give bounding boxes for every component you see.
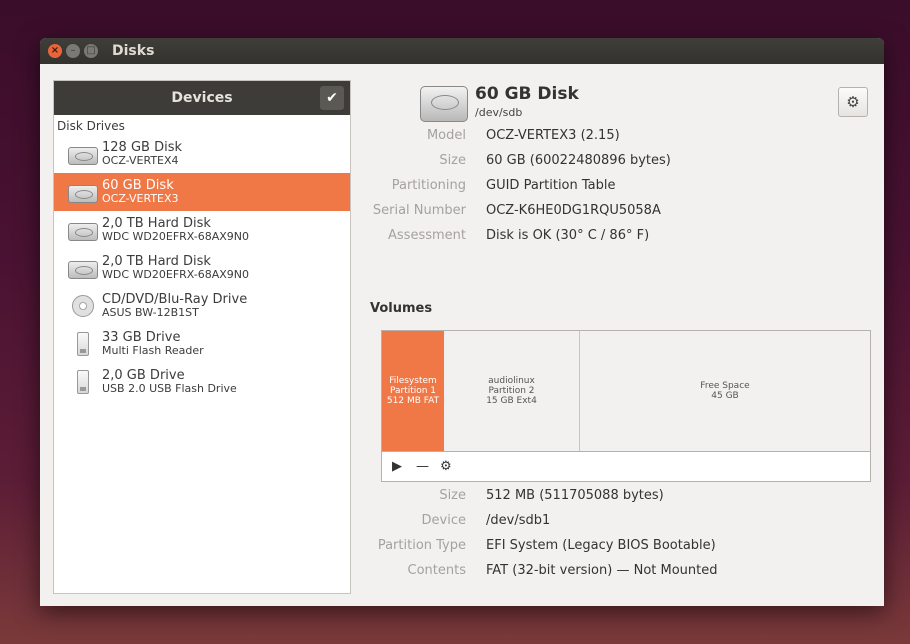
prop-value: 60 GB (60022480896 bytes) xyxy=(486,153,671,168)
device-name: 2,0 TB Hard Disk xyxy=(102,254,211,269)
gear-icon: ⚙ xyxy=(846,93,860,111)
usb-drive-icon xyxy=(77,332,89,356)
volumes-title: Volumes xyxy=(370,301,433,316)
device-name: 60 GB Disk xyxy=(102,178,174,193)
partition-block-1[interactable]: Filesystem Partition 1 512 MB FAT xyxy=(382,331,444,451)
hard-disk-icon xyxy=(68,261,98,279)
device-name: 128 GB Disk xyxy=(102,140,182,155)
device-name: 2,0 GB Drive xyxy=(102,368,185,383)
device-model: OCZ-VERTEX3 xyxy=(102,192,179,205)
select-mode-button[interactable]: ✔ xyxy=(320,86,344,110)
close-window-button[interactable]: × xyxy=(48,44,62,58)
title-bar: × – □ Disks xyxy=(40,38,884,64)
hard-disk-icon xyxy=(68,147,98,165)
device-item-optical-drive[interactable]: CD/DVD/Blu-Ray Drive ASUS BW-12B1ST xyxy=(54,287,350,325)
partition-label: Filesystem xyxy=(389,376,437,386)
partition-size: 15 GB Ext4 xyxy=(486,396,537,406)
partition-prop-device: Device /dev/sdb1 xyxy=(370,513,870,535)
partition-number: Partition 1 xyxy=(389,386,437,396)
prop-label: Size xyxy=(439,153,466,168)
prop-partitioning: Partitioning GUID Partition Table xyxy=(370,178,870,200)
partition-label: Free Space xyxy=(700,381,750,391)
disk-title: 60 GB Disk xyxy=(475,84,579,104)
prop-value: OCZ-K6HE0DG1RQU5058A xyxy=(486,203,661,218)
devices-title: Devices xyxy=(171,90,233,106)
prop-label: Model xyxy=(426,128,466,143)
partition-prop-contents: Contents FAT (32-bit version) — Not Moun… xyxy=(370,563,870,585)
device-item-33gb-drive[interactable]: 33 GB Drive Multi Flash Reader xyxy=(54,325,350,363)
prop-value: 512 MB (511705088 bytes) xyxy=(486,488,664,503)
partition-number: Partition 2 xyxy=(488,386,535,396)
hard-disk-icon xyxy=(68,185,98,203)
device-model: Multi Flash Reader xyxy=(102,344,204,357)
device-name: 33 GB Drive xyxy=(102,330,181,345)
prop-assessment: Assessment Disk is OK (30° C / 86° F) xyxy=(370,228,870,250)
optical-disc-icon xyxy=(72,295,94,317)
partition-prop-type: Partition Type EFI System (Legacy BIOS B… xyxy=(370,538,870,560)
device-model: OCZ-VERTEX4 xyxy=(102,154,179,167)
prop-value: GUID Partition Table xyxy=(486,178,616,193)
device-item-2tb-hard-disk-2[interactable]: 2,0 TB Hard Disk WDC WD20EFRX-68AX9N0 xyxy=(54,249,350,287)
device-model: USB 2.0 USB Flash Drive xyxy=(102,382,237,395)
prop-label: Device xyxy=(421,513,466,528)
device-name: CD/DVD/Blu-Ray Drive xyxy=(102,292,248,307)
device-name: 2,0 TB Hard Disk xyxy=(102,216,211,231)
disk-drives-section-label: Disk Drives xyxy=(57,119,125,133)
prop-value: OCZ-VERTEX3 (2.15) xyxy=(486,128,620,143)
prop-value: EFI System (Legacy BIOS Bootable) xyxy=(486,538,716,553)
disks-window: × – □ Disks Devices ✔ Disk Drives 128 GB… xyxy=(40,38,884,606)
devices-panel: Devices ✔ Disk Drives 128 GB Disk OCZ-VE… xyxy=(53,80,351,594)
prop-label: Partition Type xyxy=(377,538,466,553)
disk-path: /dev/sdb xyxy=(475,106,523,119)
window-title: Disks xyxy=(112,43,155,59)
devices-header: Devices ✔ xyxy=(54,81,350,115)
prop-value: /dev/sdb1 xyxy=(486,513,551,528)
hard-disk-icon xyxy=(68,223,98,241)
device-model: ASUS BW-12B1ST xyxy=(102,306,199,319)
usb-drive-icon xyxy=(77,370,89,394)
partition-size: 512 MB FAT xyxy=(386,396,440,406)
prop-serial-number: Serial Number OCZ-K6HE0DG1RQU5058A xyxy=(370,203,870,225)
free-space-block[interactable]: Free Space 45 GB xyxy=(580,331,870,451)
prop-value: Disk is OK (30° C / 86° F) xyxy=(486,228,650,243)
partition-block-2[interactable]: audiolinux Partition 2 15 GB Ext4 xyxy=(444,331,580,451)
hard-disk-icon xyxy=(420,86,468,122)
prop-label: Size xyxy=(439,488,466,503)
device-model: WDC WD20EFRX-68AX9N0 xyxy=(102,268,250,281)
disk-details-panel: 60 GB Disk /dev/sdb ⚙ Model OCZ-VERTEX3 … xyxy=(370,80,880,594)
drive-options-button[interactable]: ⚙ xyxy=(838,87,868,117)
delete-partition-minus-icon[interactable]: — xyxy=(416,459,440,474)
device-model: WDC WD20EFRX-68AX9N0 xyxy=(102,230,250,243)
minimize-window-button[interactable]: – xyxy=(66,44,80,58)
device-item-60gb-disk[interactable]: 60 GB Disk OCZ-VERTEX3 xyxy=(54,173,350,211)
device-item-2tb-hard-disk-1[interactable]: 2,0 TB Hard Disk WDC WD20EFRX-68AX9N0 xyxy=(54,211,350,249)
prop-label: Assessment xyxy=(388,228,466,243)
prop-label: Partitioning xyxy=(391,178,466,193)
checkmark-icon: ✔ xyxy=(326,90,338,106)
prop-size: Size 60 GB (60022480896 bytes) xyxy=(370,153,870,175)
volumes-map: Filesystem Partition 1 512 MB FAT audiol… xyxy=(381,330,871,482)
mount-play-icon[interactable]: ▶ xyxy=(392,459,416,474)
maximize-window-button[interactable]: □ xyxy=(84,44,98,58)
partition-settings-gear-icon[interactable]: ⚙ xyxy=(440,459,464,474)
partition-size: 45 GB xyxy=(711,391,739,401)
device-item-128gb-disk[interactable]: 128 GB Disk OCZ-VERTEX4 xyxy=(54,135,350,173)
partition-prop-size: Size 512 MB (511705088 bytes) xyxy=(370,488,870,510)
prop-label: Contents xyxy=(407,563,466,578)
prop-model: Model OCZ-VERTEX3 (2.15) xyxy=(370,128,870,150)
prop-value: FAT (32-bit version) — Not Mounted xyxy=(486,563,718,578)
partition-label: audiolinux xyxy=(488,376,535,386)
device-item-2gb-drive[interactable]: 2,0 GB Drive USB 2.0 USB Flash Drive xyxy=(54,363,350,401)
volume-toolbar: ▶ — ⚙ xyxy=(382,451,870,481)
prop-label: Serial Number xyxy=(372,203,466,218)
